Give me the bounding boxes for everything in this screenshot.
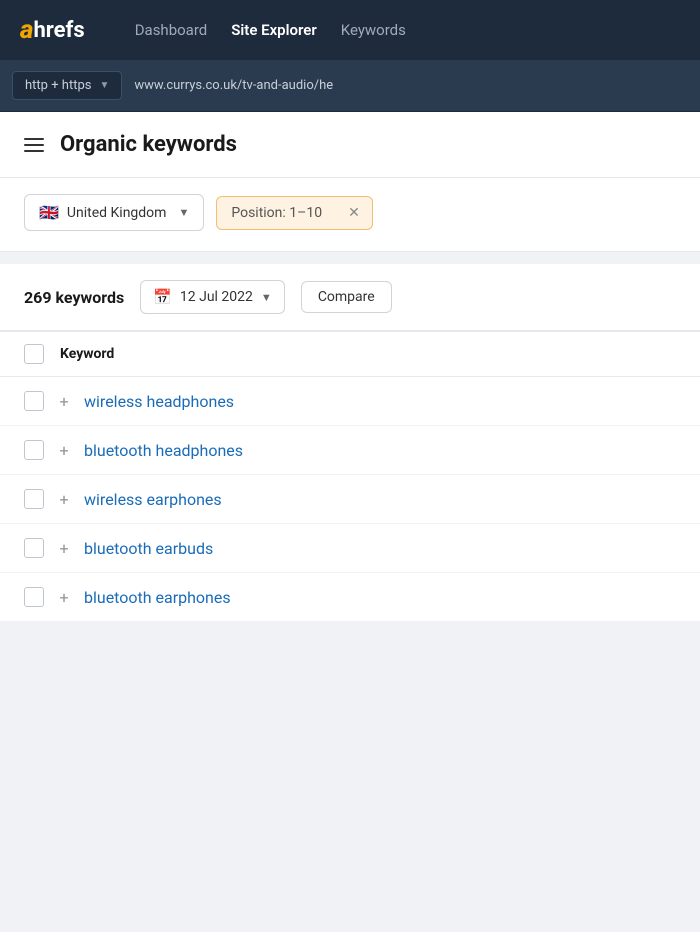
filters-row: 🇬🇧 United Kingdom ▼ Position: 1–10 ✕: [0, 178, 700, 252]
country-filter[interactable]: 🇬🇧 United Kingdom ▼: [24, 194, 204, 231]
page-header: Organic keywords: [0, 112, 700, 178]
main-content: Organic keywords 🇬🇧 United Kingdom ▼ Pos…: [0, 112, 700, 622]
row-checkbox-3[interactable]: [24, 489, 44, 509]
country-chevron: ▼: [178, 206, 189, 219]
keyword-link-2[interactable]: bluetooth headphones: [84, 441, 243, 460]
row-checkbox-1[interactable]: [24, 391, 44, 411]
protocol-label: http + https: [25, 78, 91, 93]
nav-dashboard[interactable]: Dashboard: [135, 21, 208, 39]
protocol-selector[interactable]: http + https ▼: [12, 71, 122, 100]
position-filter: Position: 1–10 ✕: [216, 196, 372, 230]
row-add-icon-2[interactable]: +: [56, 441, 72, 460]
date-label: 12 Jul 2022: [180, 289, 253, 305]
nav-site-explorer[interactable]: Site Explorer: [231, 21, 317, 39]
keyword-column-header: Keyword: [60, 346, 114, 362]
table-row: + bluetooth earbuds: [0, 524, 700, 573]
date-selector[interactable]: 📅 12 Jul 2022 ▼: [140, 280, 285, 314]
protocol-chevron: ▼: [99, 80, 109, 91]
calendar-icon: 📅: [153, 288, 172, 306]
row-add-icon-1[interactable]: +: [56, 392, 72, 411]
keyword-link-5[interactable]: bluetooth earphones: [84, 588, 231, 607]
country-flag: 🇬🇧: [39, 203, 59, 222]
table-header: Keyword: [0, 332, 700, 377]
page-title: Organic keywords: [60, 132, 237, 157]
row-checkbox-5[interactable]: [24, 587, 44, 607]
url-bar: http + https ▼ www.currys.co.uk/tv-and-a…: [0, 60, 700, 112]
logo-hrefs: hrefs: [33, 18, 84, 43]
position-close-button[interactable]: ✕: [336, 196, 373, 230]
row-checkbox-4[interactable]: [24, 538, 44, 558]
table-row: + wireless earphones: [0, 475, 700, 524]
nav-keywords[interactable]: Keywords: [341, 21, 406, 39]
keywords-bar: 269 keywords 📅 12 Jul 2022 ▼ Compare: [0, 264, 700, 332]
keywords-table: Keyword + wireless headphones + bluetoot…: [0, 332, 700, 622]
keywords-count: 269 keywords: [24, 288, 124, 307]
row-add-icon-3[interactable]: +: [56, 490, 72, 509]
country-name: United Kingdom: [67, 205, 167, 221]
table-row: + bluetooth headphones: [0, 426, 700, 475]
keyword-link-1[interactable]: wireless headphones: [84, 392, 234, 411]
compare-button[interactable]: Compare: [301, 281, 392, 313]
row-checkbox-2[interactable]: [24, 440, 44, 460]
table-row: + wireless headphones: [0, 377, 700, 426]
top-navigation: ahrefs Dashboard Site Explorer Keywords: [0, 0, 700, 60]
row-add-icon-5[interactable]: +: [56, 588, 72, 607]
table-row: + bluetooth earphones: [0, 573, 700, 622]
keyword-link-4[interactable]: bluetooth earbuds: [84, 539, 213, 558]
row-add-icon-4[interactable]: +: [56, 539, 72, 558]
logo-a: a: [20, 15, 33, 45]
keyword-link-3[interactable]: wireless earphones: [84, 490, 222, 509]
hamburger-menu-icon[interactable]: [24, 138, 44, 152]
date-chevron: ▼: [261, 291, 272, 304]
select-all-checkbox[interactable]: [24, 344, 44, 364]
url-display[interactable]: www.currys.co.uk/tv-and-audio/he: [134, 72, 700, 99]
nav-links: Dashboard Site Explorer Keywords: [135, 21, 406, 39]
logo: ahrefs: [20, 15, 85, 45]
position-badge: Position: 1–10: [216, 196, 336, 230]
